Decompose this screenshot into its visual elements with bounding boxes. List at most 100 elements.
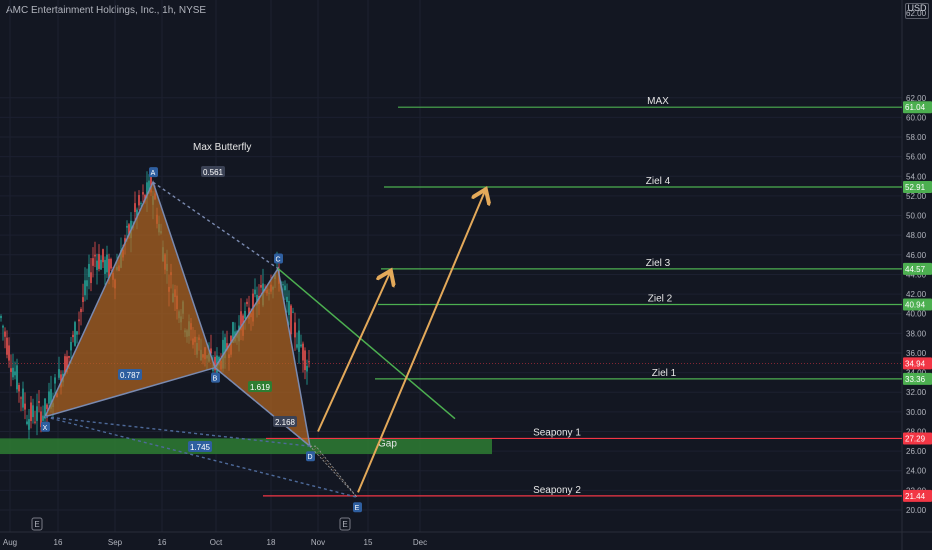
y-tick-label: 36.00	[906, 349, 927, 358]
candle-body	[74, 322, 76, 346]
candle-body	[88, 263, 90, 278]
candle-body	[38, 401, 40, 403]
candle-body	[290, 305, 292, 335]
level-name: Ziel 3	[646, 258, 671, 269]
candle-body	[294, 322, 296, 338]
x-tick-label: 15	[364, 538, 373, 547]
x-tick-label: Nov	[311, 538, 325, 547]
level-price-label: 52.91	[905, 183, 926, 192]
candle-body	[70, 342, 72, 351]
y-tick-label: 60.00	[906, 113, 927, 122]
candle-body	[76, 331, 78, 335]
y-tick-label: 24.00	[906, 467, 927, 476]
candle-body	[0, 315, 2, 319]
pattern-point-label: D	[307, 454, 312, 461]
level-name: Seapony 2	[533, 485, 581, 496]
candle-body	[94, 254, 96, 257]
candle-body	[110, 258, 112, 269]
y-tick-label: 26.00	[906, 447, 927, 456]
candle-body	[296, 344, 298, 348]
candle-body	[48, 391, 50, 404]
candle-body	[54, 377, 56, 384]
candle-body	[14, 371, 16, 376]
candle-body	[42, 415, 44, 421]
level-name: MAX	[647, 96, 669, 107]
candle-body	[8, 345, 10, 361]
pattern-point-label: E	[355, 505, 360, 512]
candle-body	[16, 365, 18, 390]
candle-body	[286, 296, 288, 303]
current-price-label: 34.94	[905, 359, 926, 368]
level-name: Ziel 1	[652, 368, 677, 379]
ratio-label: 0.787	[120, 371, 141, 380]
target-arrow-1	[317, 272, 390, 432]
candle-body	[92, 258, 94, 266]
candle-body	[80, 308, 82, 313]
pattern-point-label: B	[213, 376, 218, 383]
candle-body	[20, 397, 22, 399]
level-price-label: 40.94	[905, 300, 926, 309]
candle-body	[308, 361, 310, 363]
pattern-triangle-xab	[43, 180, 216, 418]
y-tick-label: 20.00	[906, 506, 927, 515]
y-tick-label: 52.00	[906, 192, 927, 201]
candle-body	[138, 195, 140, 206]
level-price-label: 44.57	[905, 265, 926, 274]
pattern-point-label: C	[275, 257, 280, 264]
candle-body	[102, 249, 104, 263]
candle-body	[10, 368, 12, 372]
candle-body	[84, 280, 86, 296]
pattern-name: Max Butterfly	[193, 142, 251, 153]
candle-body	[306, 365, 308, 372]
y-tick-label: 40.00	[906, 310, 927, 319]
candle-body	[22, 388, 24, 408]
candle-body	[18, 385, 20, 392]
y-tick-label: 58.00	[906, 133, 927, 142]
y-tick-label: 30.00	[906, 408, 927, 417]
candle-body	[28, 419, 30, 430]
y-tick-label: 38.00	[906, 329, 927, 338]
y-tick-label: 54.00	[906, 172, 927, 181]
y-tick-label: 56.00	[906, 153, 927, 162]
candle-body	[46, 404, 48, 409]
y-tick-label: 48.00	[906, 231, 927, 240]
x-tick-label: 16	[54, 538, 63, 547]
x-tick-label: 18	[267, 538, 276, 547]
x-tick-label: Sep	[108, 538, 123, 547]
candle-body	[134, 203, 136, 213]
pattern-point-label: X	[43, 425, 48, 432]
candle-body	[32, 405, 34, 418]
ratio-label: 2.168	[275, 418, 296, 427]
level-price-label: 21.44	[905, 492, 926, 501]
candle-body	[90, 272, 92, 284]
candle-body	[58, 369, 60, 378]
candle-body	[304, 350, 306, 371]
candle-body	[34, 421, 36, 423]
candle-body	[142, 192, 144, 195]
candle-body	[86, 280, 88, 287]
candle-body	[298, 330, 300, 352]
event-marker-label: E	[342, 520, 347, 529]
candle-body	[246, 301, 248, 305]
candle-body	[126, 225, 128, 228]
candle-body	[284, 285, 286, 291]
candle-body	[100, 259, 102, 270]
y-tick-label: 32.00	[906, 388, 927, 397]
gap-zone	[0, 438, 492, 455]
x-tick-label: Aug	[3, 538, 17, 547]
level-name: Ziel 2	[648, 293, 673, 304]
candle-body	[244, 310, 246, 319]
level-name: Ziel 4	[646, 176, 671, 187]
candle-body	[36, 406, 38, 421]
ratio-label: 1.745	[190, 443, 211, 452]
price-chart[interactable]: 20.0022.0024.0026.0028.0030.0032.0034.00…	[0, 0, 932, 550]
candle-body	[4, 331, 6, 337]
candle-body	[104, 259, 106, 274]
candle-body	[282, 284, 284, 286]
event-marker-label: E	[34, 520, 39, 529]
y-tick-label: 42.00	[906, 290, 927, 299]
candle-body	[82, 297, 84, 302]
x-tick-label: Dec	[413, 538, 427, 547]
candle-body	[106, 254, 108, 273]
level-price-label: 27.29	[905, 434, 926, 443]
